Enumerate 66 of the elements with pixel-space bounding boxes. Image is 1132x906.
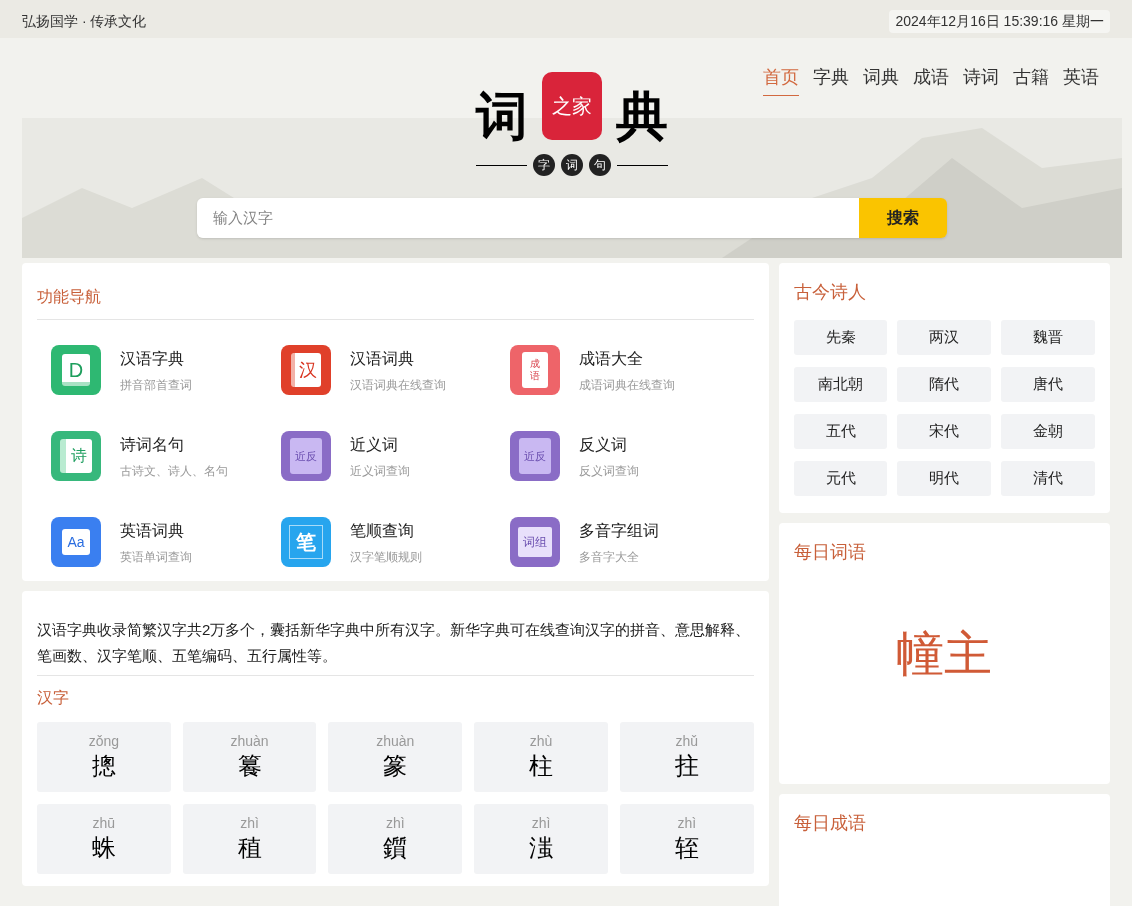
site-slogan: 弘扬国学 · 传承文化 [22,11,147,31]
logo-character: 词 [476,90,528,142]
feature-subtitle: 多音字大全 [579,548,641,566]
hanzi-tile[interactable]: zhū 蛛 [37,804,171,874]
feature-title[interactable]: 成语大全 [579,346,676,371]
hanzi-tile[interactable]: zhuàn 篆 [328,722,463,792]
hanzi-tile[interactable]: zhì 轾 [619,804,754,874]
section-title: 每日成语 [793,813,866,833]
era-button[interactable]: 宋代 [897,414,992,449]
era-button[interactable]: 明代 [897,461,992,496]
era-button[interactable]: 魏晋 [1001,320,1095,355]
feature-title[interactable]: 近义词 [349,432,410,457]
feature-subtitle: 成语词典在线查询 [579,376,676,394]
feature-subtitle: 汉字笔顺规则 [349,548,422,566]
era-button[interactable]: 金朝 [1001,414,1095,449]
section-title: 古今诗人 [793,282,866,302]
feature-icon[interactable]: 汉 [280,345,331,395]
feature-title[interactable]: 诗词名句 [120,432,228,457]
hanzi-tile[interactable]: zhì 滍 [474,804,608,874]
feature-icon[interactable]: 词组 [510,517,561,567]
era-button[interactable]: 五代 [793,414,888,449]
nav-link[interactable]: 字典 [813,64,849,96]
feature-subtitle: 拼音部首查词 [120,376,192,394]
hanzi-tile[interactable]: zǒng 摠 [37,722,171,792]
era-button[interactable]: 南北朝 [793,367,888,402]
era-button[interactable]: 元代 [793,461,888,496]
daily-word[interactable]: 幢主 [896,618,993,690]
feature-icon[interactable]: 近反 [280,431,331,481]
nav-link[interactable]: 词典 [863,64,899,96]
intro-paragraph: 汉语字典收录简繁汉字共2万多个，囊括新华字典中所有汉字。新华字典可在线查询汉字的拼音、意思解释、笔画数、汉字笔顺、五笔编码、五行属性等。 [37,617,754,676]
search-field[interactable]: 输入汉字 [197,198,859,238]
feature-title[interactable]: 多音字组词 [579,518,660,543]
datetime-label: 2024年12月16日 15:39:16 星期一 [889,9,1110,33]
hanzi-tile[interactable]: zhǔ 拄 [619,722,754,792]
section-title: 汉字 [37,689,69,706]
search-button[interactable]: 搜索 [859,198,947,238]
hanzi-tile[interactable]: zhù 柱 [474,722,608,792]
era-button[interactable]: 两汉 [897,320,992,355]
logo-seal: 之家 [542,72,602,140]
feature-subtitle: 近义词查询 [349,462,410,480]
logo-character: 典 [616,90,668,142]
feature-subtitle: 反义词查询 [579,462,640,480]
feature-subtitle: 英语单词查询 [120,548,192,566]
feature-title[interactable]: 反义词 [579,432,640,457]
hanzi-tile[interactable]: zhì 稙 [182,804,317,874]
feature-title[interactable]: 汉语字典 [120,346,192,371]
feature-icon[interactable]: 近反 [510,431,561,481]
era-button[interactable]: 唐代 [1001,367,1095,402]
feature-subtitle: 汉语词典在线查询 [349,376,446,394]
nav-link[interactable]: 诗词 [963,64,999,96]
feature-icon[interactable]: 成语 [510,345,561,395]
feature-title[interactable]: 笔顺查询 [349,518,422,543]
nav-link[interactable]: 成语 [913,64,949,96]
era-button[interactable]: 隋代 [897,367,992,402]
section-title: 功能导航 [37,287,101,307]
feature-subtitle: 古诗文、诗人、名句 [120,462,228,480]
era-button[interactable]: 清代 [1001,461,1095,496]
nav-link[interactable]: 古籍 [1013,64,1049,96]
section-title: 每日词语 [793,542,866,562]
feature-title[interactable]: 汉语词典 [349,346,446,371]
feature-icon[interactable]: Aa [51,517,101,567]
feature-title[interactable]: 英语词典 [120,518,192,543]
hanzi-tile[interactable]: zhuàn 籑 [182,722,317,792]
nav-link[interactable]: 英语 [1063,64,1099,96]
hanzi-tile[interactable]: zhì 鑕 [328,804,463,874]
era-button[interactable]: 先秦 [793,320,888,355]
